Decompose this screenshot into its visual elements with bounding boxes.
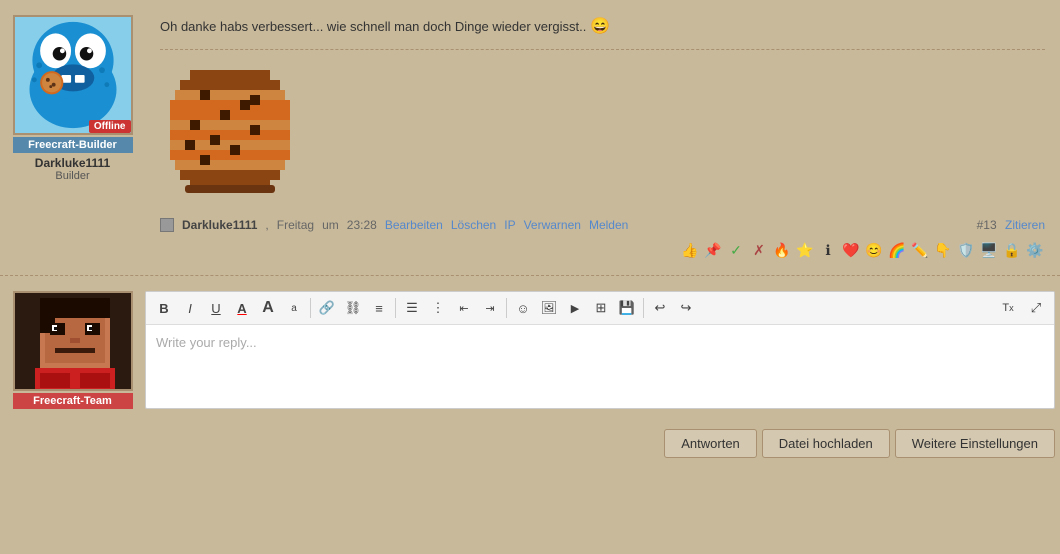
post-username: Darkluke1111: [35, 156, 110, 170]
reaction-pencil[interactable]: ✏️: [910, 240, 930, 260]
reply-user-sidebar: Freecraft-Team: [0, 286, 145, 414]
toolbar-unlink[interactable]: ⛓: [341, 296, 365, 320]
toolbar-underline[interactable]: U: [204, 296, 228, 320]
reply-editor[interactable]: B I U A A a 🔗 ⛓ ≡ ☰ ⋮ ⇤ ⇥: [145, 291, 1055, 409]
post-meta-username: Darkluke1111: [182, 218, 257, 232]
toolbar-indent[interactable]: ⇥: [478, 296, 502, 320]
toolbar-sep-4: [643, 298, 644, 318]
reaction-icons-row: 👍 📌 ✓ ✗ 🔥 ⭐ ℹ ❤️ 😊 🌈 ✏️ 👇 🛡️ 🖥️ 🔒 ⚙️: [160, 240, 1045, 260]
toolbar-list-ul[interactable]: ☰: [400, 296, 424, 320]
post-separator: [160, 49, 1045, 50]
reaction-thumbsup[interactable]: 👍: [680, 240, 700, 260]
reaction-smile2[interactable]: 😊: [864, 240, 884, 260]
reaction-check[interactable]: ✓: [726, 240, 746, 260]
post-num-value: #13: [977, 218, 997, 232]
quote-link[interactable]: Zitieren: [1005, 218, 1045, 232]
reaction-gear[interactable]: ⚙️: [1025, 240, 1045, 260]
upload-button[interactable]: Datei hochladen: [762, 429, 890, 458]
offline-badge: Offline: [89, 120, 131, 133]
avatar-image: [13, 15, 133, 135]
reaction-down[interactable]: 👇: [933, 240, 953, 260]
reply-button[interactable]: Antworten: [664, 429, 757, 458]
toolbar-image[interactable]: 🖼: [537, 296, 561, 320]
post-emoji: 😄: [590, 15, 610, 39]
toolbar-table[interactable]: ⊞: [589, 296, 613, 320]
reaction-shield[interactable]: 🛡️: [956, 240, 976, 260]
toolbar-format-clear[interactable]: Tx: [994, 296, 1022, 320]
post-meta-day: ,: [265, 218, 268, 232]
reaction-lock[interactable]: 🔒: [1002, 240, 1022, 260]
reaction-x[interactable]: ✗: [749, 240, 769, 260]
toolbar-undo[interactable]: ↩: [648, 296, 672, 320]
cookie-image-area: [160, 60, 1045, 203]
reply-section: Freecraft-Team B I U A A a 🔗 ⛓ ≡ ☰: [0, 276, 1060, 424]
toolbar-video[interactable]: ▶: [563, 296, 587, 320]
toolbar-save[interactable]: 💾: [615, 296, 639, 320]
reaction-pin[interactable]: 📌: [703, 240, 723, 260]
post-section: Offline Freecraft-Builder Darkluke1111 B…: [0, 0, 1060, 276]
post-meta-time-value: 23:28: [347, 218, 377, 232]
reaction-monitor[interactable]: 🖥️: [979, 240, 999, 260]
post-icon: [160, 218, 174, 232]
avatar-wrapper: Offline: [13, 15, 133, 135]
toolbar-link[interactable]: 🔗: [315, 296, 339, 320]
reaction-star[interactable]: ⭐: [795, 240, 815, 260]
toolbar-bold[interactable]: B: [152, 296, 176, 320]
ip-link[interactable]: IP: [504, 218, 515, 232]
report-link[interactable]: Melden: [589, 218, 628, 232]
post-message: Oh danke habs verbessert... wie schnell …: [160, 19, 586, 34]
toolbar-sep-2: [395, 298, 396, 318]
reaction-rainbow[interactable]: 🌈: [887, 240, 907, 260]
toolbar-sep-3: [506, 298, 507, 318]
toolbar-sep-1: [310, 298, 311, 318]
editor-toolbar: B I U A A a 🔗 ⛓ ≡ ☰ ⋮ ⇤ ⇥: [146, 292, 1054, 325]
toolbar-fullscreen[interactable]: ⤢: [1024, 296, 1048, 320]
post-meta-day-label: Freitag: [277, 218, 314, 232]
toolbar-font-size-large[interactable]: A: [256, 296, 280, 320]
toolbar-emoji[interactable]: ☺: [511, 296, 535, 320]
post-meta-row: Darkluke1111 , Freitag um 23:28 Bearbeit…: [160, 218, 1045, 232]
toolbar-font-size-small[interactable]: a: [282, 296, 306, 320]
reaction-info[interactable]: ℹ: [818, 240, 838, 260]
edit-link[interactable]: Bearbeiten: [385, 218, 443, 232]
reply-avatar-wrapper: [13, 291, 133, 391]
toolbar-list-ol[interactable]: ⋮: [426, 296, 450, 320]
editor-placeholder: Write your reply...: [156, 335, 257, 350]
user-role-bar: Freecraft-Builder: [13, 137, 133, 153]
editor-body[interactable]: Write your reply...: [146, 325, 1054, 405]
reaction-heart[interactable]: ❤️: [841, 240, 861, 260]
post-number: #13 Zitieren: [977, 218, 1045, 232]
bottom-action-bar: Antworten Datei hochladen Weitere Einste…: [0, 424, 1060, 463]
toolbar-outdent[interactable]: ⇤: [452, 296, 476, 320]
toolbar-font-color[interactable]: A: [230, 296, 254, 320]
settings-button[interactable]: Weitere Einstellungen: [895, 429, 1055, 458]
reply-role-bar: Freecraft-Team: [13, 393, 133, 409]
post-user-sidebar: Offline Freecraft-Builder Darkluke1111 B…: [0, 10, 145, 265]
post-text: Oh danke habs verbessert... wie schnell …: [160, 15, 1045, 39]
post-meta-time-label: um: [322, 218, 339, 232]
post-user-title: Builder: [55, 170, 89, 182]
toolbar-redo[interactable]: ↪: [674, 296, 698, 320]
toolbar-italic[interactable]: I: [178, 296, 202, 320]
reply-avatar-image: [15, 293, 133, 391]
reaction-fire[interactable]: 🔥: [772, 240, 792, 260]
post-content-area: Oh danke habs verbessert... wie schnell …: [145, 10, 1060, 265]
toolbar-align[interactable]: ≡: [367, 296, 391, 320]
cookie-pixel-art: [160, 60, 300, 200]
warn-link[interactable]: Verwarnen: [524, 218, 581, 232]
delete-link[interactable]: Löschen: [451, 218, 496, 232]
